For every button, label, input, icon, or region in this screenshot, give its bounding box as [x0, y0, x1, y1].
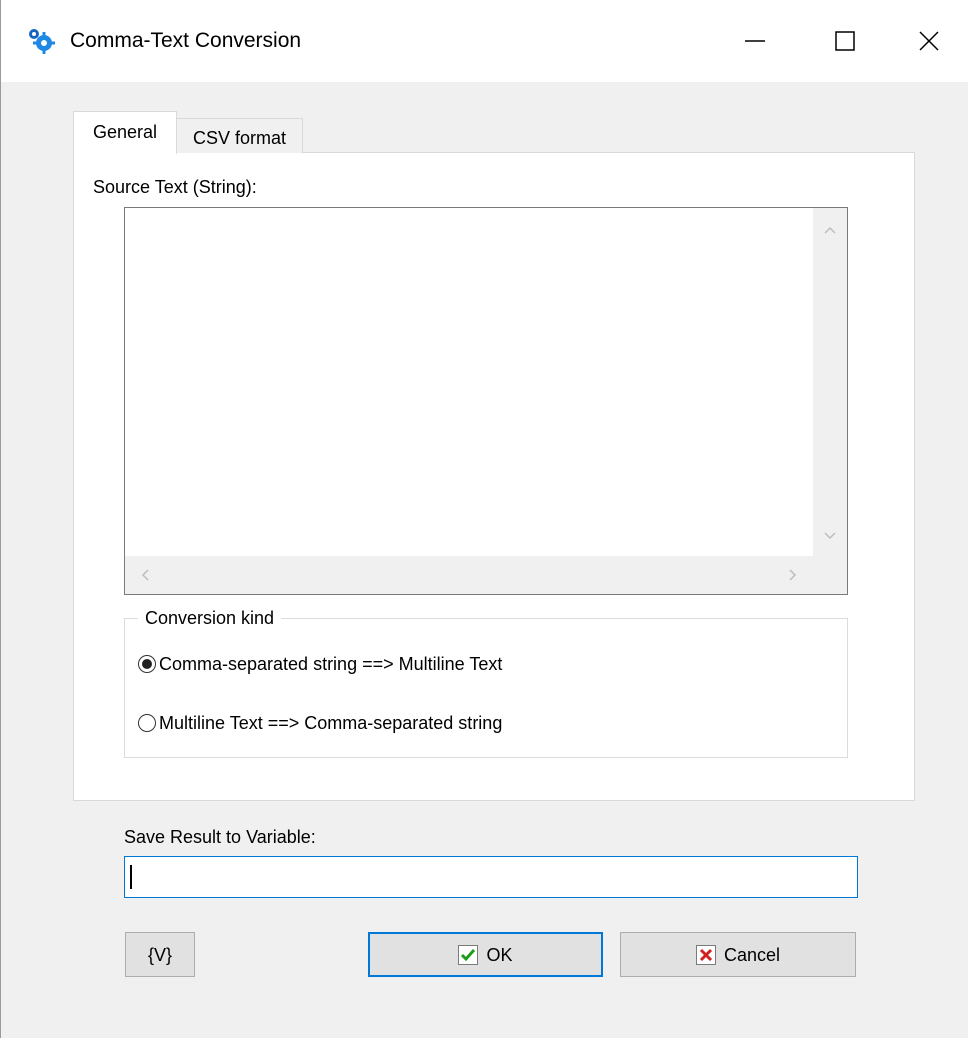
variables-button-label: {V} [147, 944, 173, 965]
scroll-right-icon[interactable] [783, 565, 803, 585]
tab-csv-format[interactable]: CSV format [176, 118, 303, 153]
cancel-button-label: Cancel [723, 944, 781, 965]
text-caret [130, 865, 132, 889]
window-title: Comma-Text Conversion [70, 29, 302, 52]
save-result-label: Save Result to Variable: [124, 827, 316, 847]
checkmark-icon [458, 944, 479, 965]
save-result-input[interactable] [124, 856, 858, 898]
variables-button[interactable]: {V} [125, 932, 195, 977]
minimize-icon [745, 40, 765, 42]
x-icon [695, 944, 716, 965]
conversion-kind-group [124, 618, 848, 758]
radio-comma-to-multiline[interactable]: Comma-separated string ==> Multiline Tex… [138, 653, 502, 675]
radio-multiline-to-comma-label: Multiline Text ==> Comma-separated strin… [159, 713, 503, 733]
radio-button[interactable] [138, 714, 156, 732]
radio-button-selected[interactable] [138, 655, 156, 673]
conversion-kind-title: Conversion kind [138, 607, 282, 629]
tab-general[interactable]: General [73, 111, 177, 154]
dialog-window: Comma-Text Conversion General CSV format… [0, 0, 968, 1038]
maximize-button[interactable] [799, 0, 891, 82]
source-text-memo[interactable] [124, 207, 848, 595]
scrollbar-corner [813, 556, 847, 594]
radio-multiline-to-comma[interactable]: Multiline Text ==> Comma-separated strin… [138, 712, 502, 734]
maximize-icon [835, 31, 855, 51]
ok-button[interactable]: OK [368, 932, 603, 977]
vertical-scrollbar[interactable] [813, 208, 847, 556]
scroll-up-icon[interactable] [820, 220, 840, 240]
source-text-label: Source Text (String): [93, 177, 257, 197]
minimize-button[interactable] [709, 0, 801, 82]
ok-button-label: OK [486, 944, 513, 965]
gears-icon [27, 27, 55, 55]
scroll-down-icon[interactable] [820, 526, 840, 546]
cancel-button[interactable]: Cancel [620, 932, 856, 977]
title-bar[interactable]: Comma-Text Conversion [1, 0, 968, 82]
horizontal-scrollbar[interactable] [125, 556, 813, 594]
close-icon [919, 31, 939, 51]
close-button[interactable] [889, 0, 968, 82]
radio-comma-to-multiline-label: Comma-separated string ==> Multiline Tex… [159, 654, 503, 674]
scroll-left-icon[interactable] [135, 565, 155, 585]
